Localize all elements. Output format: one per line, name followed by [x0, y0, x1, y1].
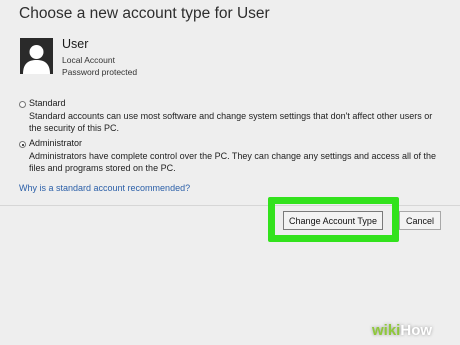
- administrator-description: Administrators have complete control ove…: [29, 151, 437, 173]
- watermark-how: How: [400, 322, 433, 339]
- standard-description: Standard accounts can use most software …: [29, 111, 433, 133]
- administrator-label[interactable]: Administrator: [29, 138, 82, 148]
- watermark-wiki: wiki: [372, 322, 401, 339]
- change-account-type-button[interactable]: Change Account Type: [283, 211, 383, 230]
- standard-radio[interactable]: [19, 101, 26, 108]
- user-protection-status: Password protected: [62, 67, 138, 77]
- dialog-title: Choose a new account type for User: [19, 5, 270, 22]
- user-account-type: Local Account: [62, 55, 115, 65]
- why-standard-link[interactable]: Why is a standard account recommended?: [19, 183, 190, 193]
- administrator-radio[interactable]: [19, 141, 26, 148]
- user-avatar-icon: [20, 38, 53, 74]
- cancel-button[interactable]: Cancel: [399, 211, 441, 230]
- wikihow-watermark: wikiHow: [372, 322, 432, 339]
- standard-label[interactable]: Standard: [29, 98, 66, 108]
- user-name: User: [62, 37, 89, 51]
